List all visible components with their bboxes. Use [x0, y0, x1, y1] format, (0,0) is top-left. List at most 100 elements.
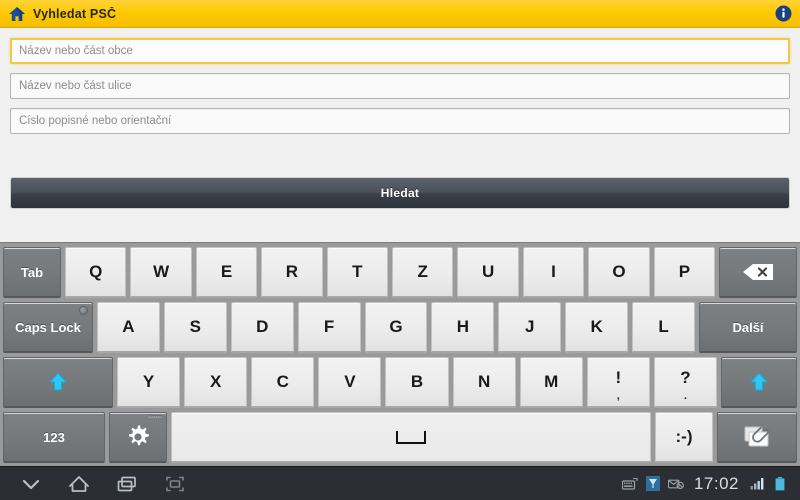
key-label: Caps Lock — [15, 319, 81, 335]
title-bar: Vyhledat PSČ — [0, 0, 800, 28]
keyboard-row: Tab Q W E R T Z U I O P — [3, 247, 798, 298]
keyboard-icon[interactable] — [621, 476, 638, 491]
key-k[interactable]: K — [565, 302, 629, 353]
nav-hide-keyboard-button[interactable] — [20, 473, 42, 495]
key-tab[interactable]: Tab — [3, 247, 61, 298]
key-label: C — [276, 372, 289, 391]
gear-icon — [129, 425, 149, 446]
key-space[interactable] — [171, 412, 651, 463]
key-label: Další — [732, 319, 764, 335]
key-question[interactable]: ?. — [653, 357, 717, 408]
key-s[interactable]: S — [163, 302, 227, 353]
nav-recents-button[interactable] — [116, 473, 138, 495]
key-g[interactable]: G — [364, 302, 428, 353]
key-label: I — [551, 262, 556, 281]
page-title: Vyhledat PSČ — [33, 6, 117, 21]
key-i[interactable]: I — [522, 247, 585, 298]
key-x[interactable]: X — [184, 357, 248, 408]
home-icon[interactable] — [8, 6, 26, 22]
keyboard-row: Caps Lock A S D F G H J K L Další — [3, 302, 798, 353]
key-label: 123 — [43, 429, 65, 445]
key-label: O — [612, 262, 626, 281]
battery-icon — [772, 476, 788, 491]
key-label: E — [220, 262, 233, 281]
key-q[interactable]: Q — [65, 247, 127, 298]
obec-field[interactable] — [10, 38, 790, 64]
info-icon[interactable] — [775, 5, 792, 22]
key-label: T — [352, 262, 363, 281]
key-enter-next[interactable]: Další — [699, 302, 798, 353]
key-m[interactable]: M — [519, 357, 583, 408]
key-backspace[interactable] — [719, 247, 798, 298]
key-e[interactable]: E — [195, 247, 258, 298]
download-icon[interactable] — [645, 476, 661, 491]
key-settings[interactable]: Nastav. — [109, 412, 167, 463]
key-v[interactable]: V — [318, 357, 382, 408]
key-z[interactable]: Z — [392, 247, 454, 298]
space-icon — [396, 430, 426, 444]
key-secondary-label: , — [616, 390, 620, 402]
caps-lock-indicator-icon — [79, 306, 88, 315]
nav-home-button[interactable] — [68, 473, 90, 495]
key-n[interactable]: N — [452, 357, 516, 408]
key-shift-left[interactable] — [3, 357, 113, 408]
key-label: D — [256, 317, 269, 336]
key-label: M — [544, 372, 559, 391]
key-d[interactable]: D — [230, 302, 294, 353]
key-label: H — [456, 317, 470, 336]
key-label: X — [209, 372, 222, 391]
cislo-field[interactable] — [10, 108, 790, 134]
mute-message-icon[interactable] — [667, 476, 684, 491]
nav-screenshot-button[interactable] — [164, 473, 186, 495]
key-label: Tab — [20, 264, 44, 280]
backspace-icon — [743, 264, 774, 280]
system-navigation-bar: 17:02 — [0, 466, 800, 500]
key-o[interactable]: O — [588, 247, 650, 298]
key-label: N — [477, 372, 491, 391]
key-r[interactable]: R — [261, 247, 323, 298]
key-label: B — [410, 372, 424, 391]
key-label: P — [678, 262, 691, 281]
content-filler — [0, 209, 800, 242]
key-l[interactable]: L — [632, 302, 696, 353]
key-label: Z — [417, 262, 428, 281]
key-label: J — [525, 317, 535, 336]
key-label: V — [344, 372, 356, 391]
key-label: :-) — [675, 427, 693, 446]
key-t[interactable]: T — [326, 247, 389, 298]
shift-arrow-up-icon — [749, 372, 769, 391]
key-numbers[interactable]: 123 — [3, 412, 105, 463]
key-caps-lock[interactable]: Caps Lock — [3, 302, 93, 353]
key-a[interactable]: A — [97, 302, 160, 353]
status-clock: 17:02 — [693, 473, 739, 493]
key-shift-right[interactable] — [720, 357, 797, 408]
key-j[interactable]: J — [498, 302, 562, 353]
key-label: A — [122, 317, 135, 336]
keyboard-row: 123 Nastav. :-) — [3, 412, 797, 463]
ulice-field[interactable] — [10, 73, 790, 99]
key-label: L — [658, 317, 669, 336]
on-screen-keyboard: Tab Q W E R T Z U I O P Caps Lock A S D F G H J K L Další Y X C V… — [0, 242, 800, 466]
key-p[interactable]: P — [653, 247, 716, 298]
search-button-row: Hledat — [0, 177, 800, 209]
signal-bars-icon — [749, 476, 765, 491]
paperclip-icon — [744, 426, 769, 447]
key-label: U — [482, 262, 495, 281]
search-form — [0, 28, 800, 143]
key-c[interactable]: C — [251, 357, 315, 408]
key-emoji[interactable]: :-) — [655, 412, 713, 463]
key-label: F — [323, 317, 335, 336]
key-y[interactable]: Y — [117, 357, 181, 408]
key-b[interactable]: B — [385, 357, 449, 408]
key-w[interactable]: W — [130, 247, 192, 298]
key-label: Q — [89, 262, 103, 281]
key-u[interactable]: U — [457, 247, 519, 298]
key-f[interactable]: F — [297, 302, 361, 353]
key-exclam[interactable]: !, — [586, 357, 650, 408]
key-corner-tag: Nastav. — [148, 414, 163, 419]
key-label: ? — [680, 368, 691, 387]
key-attach[interactable] — [717, 412, 797, 463]
key-h[interactable]: H — [431, 302, 495, 353]
app-root: Vyhledat PSČ Hledat Tab Q W E R T Z U I O P Caps Lo… — [0, 0, 800, 500]
search-button[interactable]: Hledat — [10, 177, 790, 209]
